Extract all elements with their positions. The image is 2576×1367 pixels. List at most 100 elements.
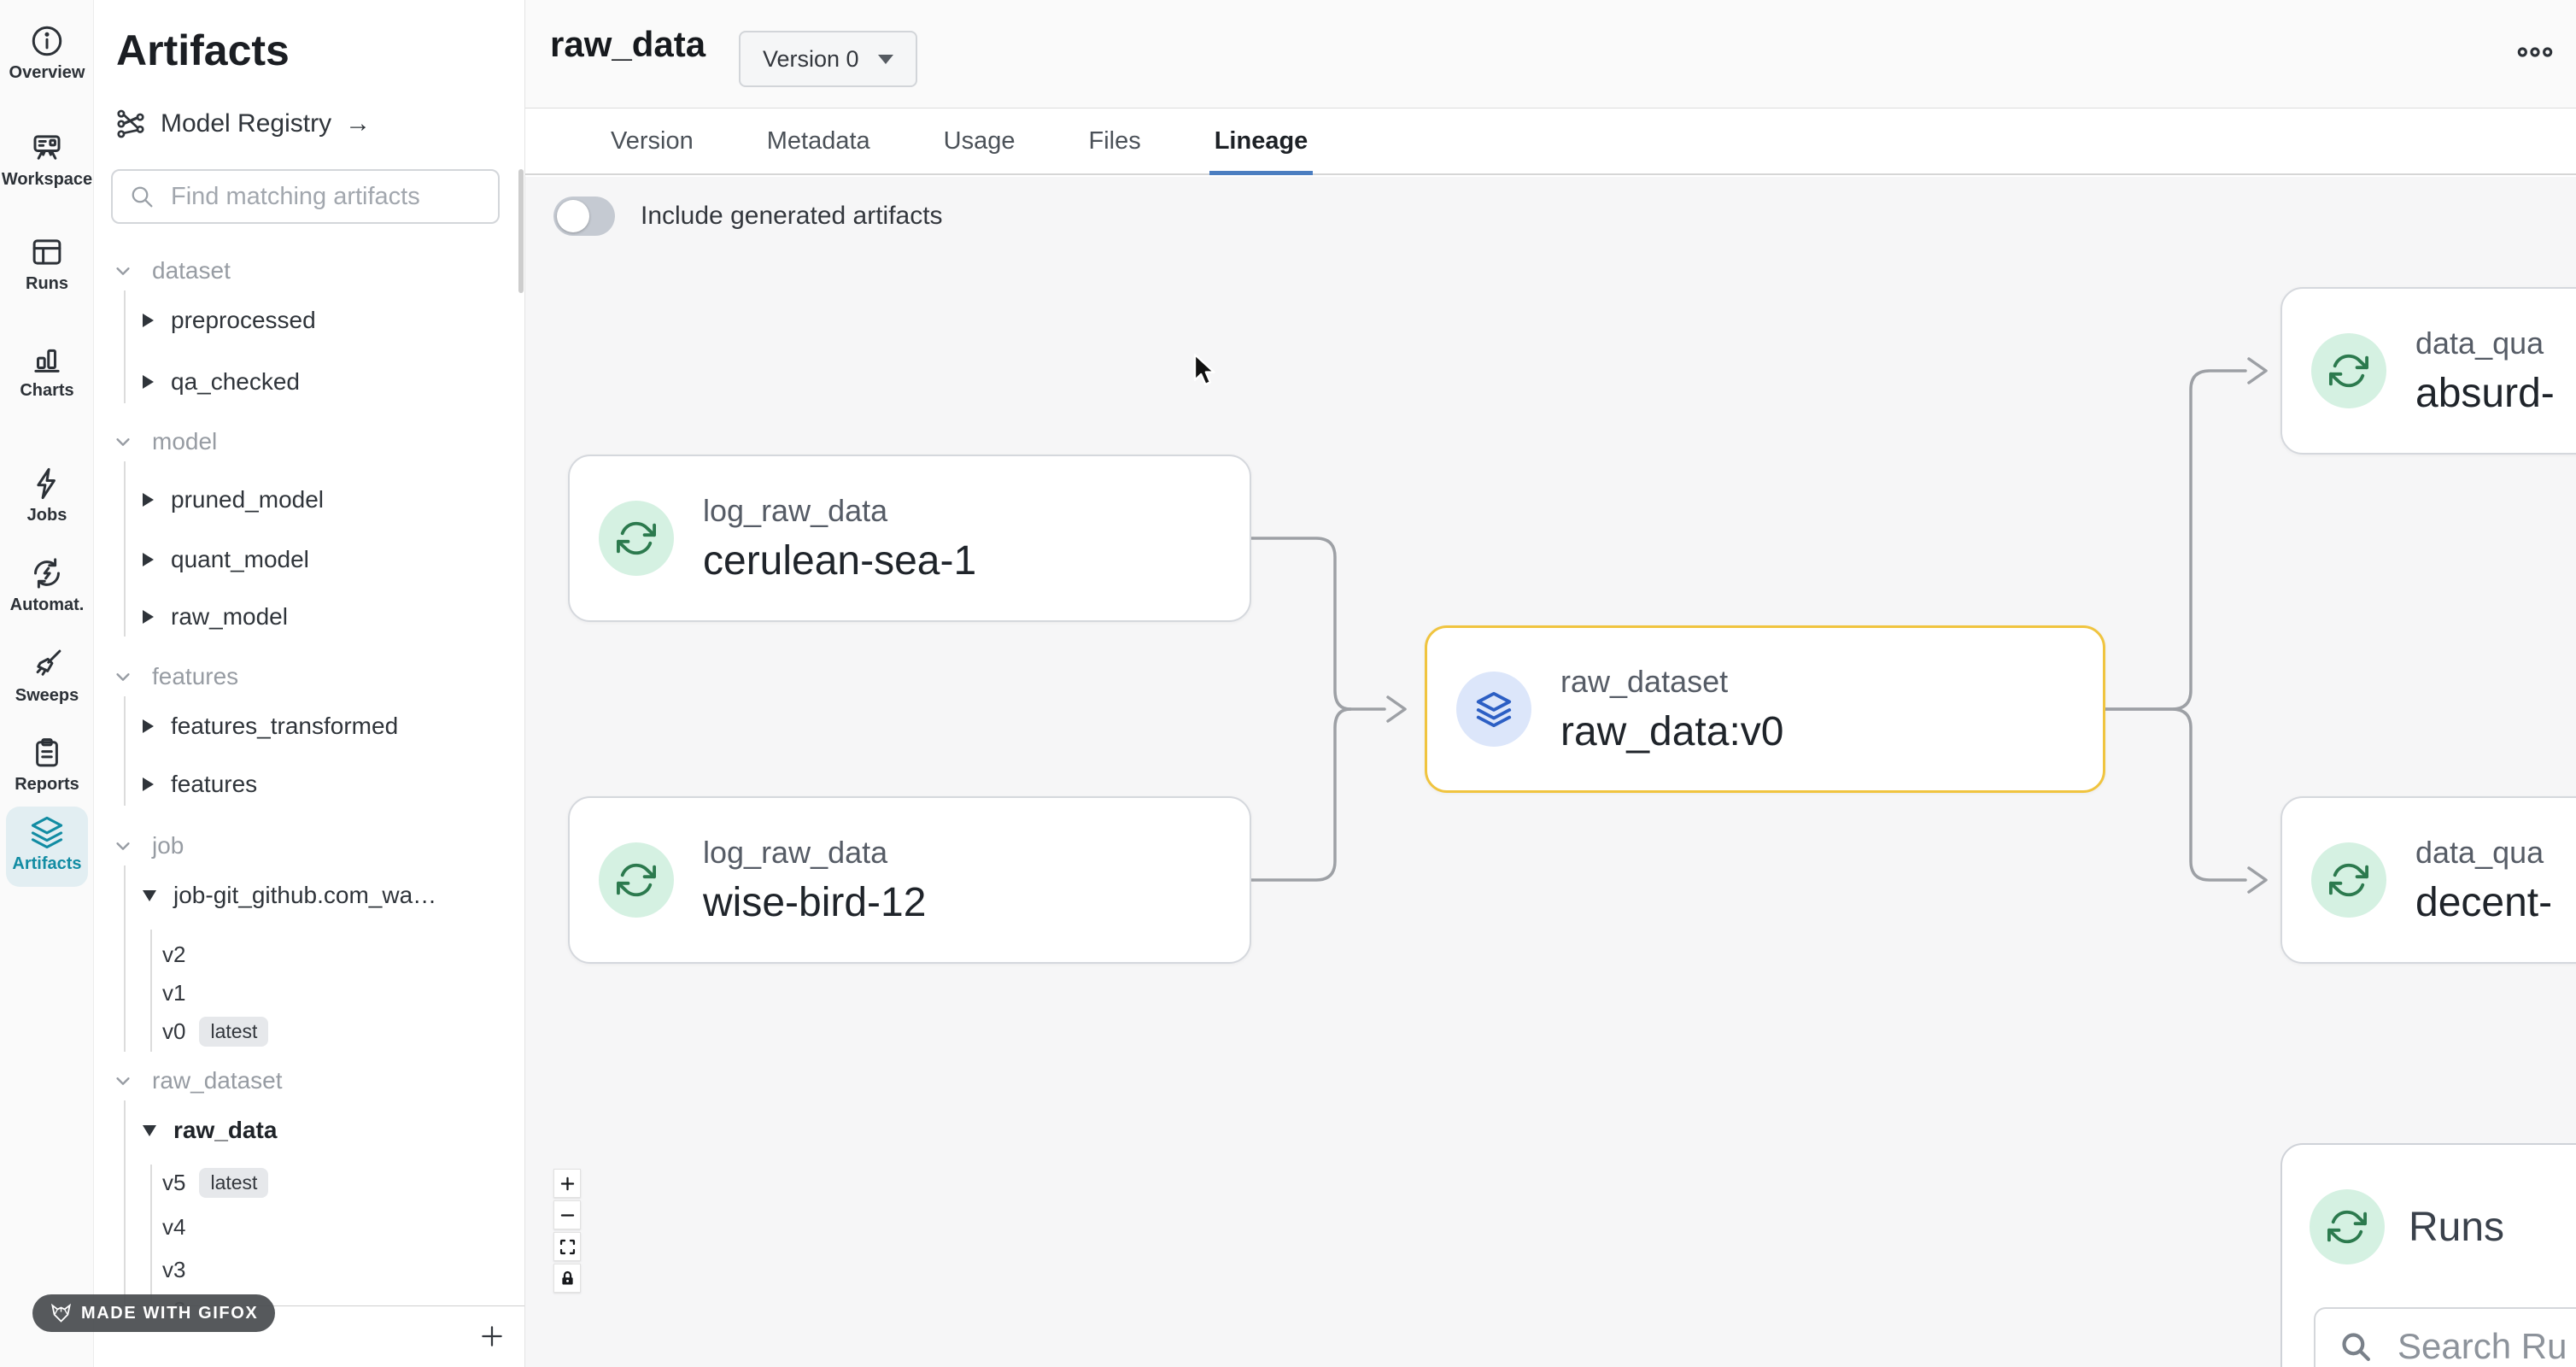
run-cycle-icon <box>599 501 674 576</box>
clipboard-icon <box>29 735 65 771</box>
zoom-in-button[interactable] <box>553 1169 581 1198</box>
node-name: cerulean-sea-1 <box>703 537 976 584</box>
tree-section-features[interactable]: features <box>114 660 238 694</box>
chevron-right-icon <box>143 719 154 733</box>
tree-section-dataset[interactable]: dataset <box>114 254 231 288</box>
lineage-node-run-cerulean-sea-1[interactable]: log_raw_data cerulean-sea-1 <box>568 455 1251 622</box>
version-row-v2[interactable]: v2 <box>162 938 185 971</box>
panel-scrollbar[interactable] <box>518 169 524 293</box>
sidebar-item-overview[interactable]: Overview <box>0 23 94 83</box>
chevron-expanded-icon <box>143 1125 156 1136</box>
lineage-node-run-wise-bird-12[interactable]: log_raw_data wise-bird-12 <box>568 796 1251 964</box>
tab-files[interactable]: Files <box>1088 109 1140 173</box>
overflow-menu-button[interactable] <box>2516 43 2554 62</box>
version-row-v5[interactable]: v5 latest <box>162 1166 268 1199</box>
model-registry-link[interactable]: Model Registry → <box>114 108 371 140</box>
nav-label: Jobs <box>0 506 94 525</box>
lineage-canvas[interactable]: Include generated artifacts log_raw_data… <box>525 177 2576 1367</box>
sidebar-item-reports[interactable]: Reports <box>0 735 94 795</box>
tab-lineage[interactable]: Lineage <box>1215 109 1308 173</box>
node-name: wise-bird-12 <box>703 879 926 926</box>
fit-view-button[interactable] <box>553 1232 581 1261</box>
sidebar-item-runs[interactable]: Runs <box>0 234 94 294</box>
runs-search-box[interactable] <box>2314 1307 2576 1367</box>
version-row-v1[interactable]: v1 <box>162 977 185 1009</box>
lineage-node-run-absurd[interactable]: data_qua absurd- <box>2280 287 2576 455</box>
chevron-right-icon <box>143 314 154 327</box>
tree-guide <box>124 696 126 806</box>
tree-item-raw-model[interactable]: raw_model <box>143 600 288 634</box>
nav-label: Automat. <box>0 595 94 615</box>
tree-item-qa-checked[interactable]: qa_checked <box>143 365 300 399</box>
node-title: log_raw_data <box>703 493 976 529</box>
artifacts-panel: Artifacts Model Registry → dataset prepr… <box>94 0 525 1367</box>
sidebar-item-automations[interactable]: Automat. <box>0 555 94 615</box>
nav-label: Charts <box>0 381 94 401</box>
node-name: raw_data:v0 <box>1560 708 1784 755</box>
tree-item-raw-data[interactable]: raw_data <box>143 1113 277 1147</box>
tree-guide <box>124 290 126 403</box>
bar-chart-icon <box>29 341 65 377</box>
tab-metadata[interactable]: Metadata <box>767 109 870 173</box>
lock-icon <box>559 1270 577 1288</box>
nav-label: Reports <box>0 775 94 795</box>
tree-section-label: features <box>152 663 238 690</box>
info-icon <box>29 23 65 59</box>
chevron-right-icon <box>143 777 154 791</box>
lineage-node-artifact-raw-data-v0[interactable]: raw_dataset raw_data:v0 <box>1425 625 2105 793</box>
node-name: absurd- <box>2415 370 2555 417</box>
sidebar-item-jobs[interactable]: Jobs <box>0 466 94 525</box>
tree-guide <box>124 865 126 1052</box>
gifox-watermark-text: MADE WITH GIFOX <box>81 1304 258 1323</box>
runs-panel-title: Runs <box>2409 1204 2504 1251</box>
tree-item-features[interactable]: features <box>143 767 257 801</box>
artifact-search-input[interactable] <box>169 182 483 212</box>
chevron-down-icon <box>114 836 132 855</box>
artifact-search-box[interactable] <box>111 169 500 224</box>
chevron-right-icon <box>143 493 154 507</box>
canvas-zoom-controls <box>553 1169 581 1293</box>
arrow-right-icon: → <box>345 109 371 138</box>
version-row-v3[interactable]: v3 <box>162 1253 185 1286</box>
tree-section-model[interactable]: model <box>114 425 217 459</box>
gifox-watermark: MADE WITH GIFOX <box>32 1294 275 1332</box>
tree-section-label: raw_dataset <box>152 1067 283 1094</box>
version-row-v4[interactable]: v4 <box>162 1211 185 1243</box>
ellipsis-icon <box>2516 43 2554 62</box>
include-generated-artifacts-toggle[interactable] <box>553 197 615 236</box>
sidebar-item-sweeps[interactable]: Sweeps <box>0 646 94 706</box>
nav-label: Workspace <box>0 170 94 190</box>
dataset-layers-icon <box>1456 672 1531 747</box>
tab-version[interactable]: Version <box>611 109 694 173</box>
lock-button[interactable] <box>553 1264 581 1293</box>
tree-section-job[interactable]: job <box>114 829 184 863</box>
tree-item-features-transformed[interactable]: features_transformed <box>143 709 398 743</box>
node-title: data_qua <box>2415 835 2552 871</box>
workspace-board-icon <box>29 130 65 166</box>
version-row-v0[interactable]: v0 latest <box>162 1015 268 1047</box>
toggle-knob <box>557 200 589 232</box>
run-cycle-icon <box>2311 842 2386 918</box>
node-title: log_raw_data <box>703 835 926 871</box>
tree-item-quant-model[interactable]: quant_model <box>143 543 309 577</box>
node-title: raw_dataset <box>1560 664 1784 700</box>
lineage-node-run-decent[interactable]: data_qua decent- <box>2280 796 2576 964</box>
version-dropdown[interactable]: Version 0 <box>739 31 917 87</box>
nav-label: Overview <box>0 63 94 83</box>
tree-guide <box>150 930 152 1052</box>
node-name: decent- <box>2415 879 2552 926</box>
tree-section-raw-dataset[interactable]: raw_dataset <box>114 1064 283 1098</box>
latest-badge: latest <box>199 1017 268 1047</box>
lineage-runs-group-panel[interactable]: Runs <box>2280 1143 2576 1367</box>
tree-item-job-git[interactable]: job-git_github.com_wa… <box>143 878 436 912</box>
zoom-out-button[interactable] <box>553 1200 581 1229</box>
tree-item-pruned-model[interactable]: pruned_model <box>143 483 324 517</box>
sidebar-item-workspace[interactable]: Workspace <box>0 130 94 190</box>
add-artifact-button[interactable] <box>474 1318 510 1354</box>
sidebar-item-artifacts[interactable]: Artifacts <box>0 814 94 874</box>
sidebar-item-charts[interactable]: Charts <box>0 341 94 401</box>
tree-item-preprocessed[interactable]: preprocessed <box>143 303 316 337</box>
chevron-down-icon <box>114 667 132 686</box>
tab-usage[interactable]: Usage <box>944 109 1016 173</box>
runs-search-input[interactable] <box>2396 1325 2576 1367</box>
